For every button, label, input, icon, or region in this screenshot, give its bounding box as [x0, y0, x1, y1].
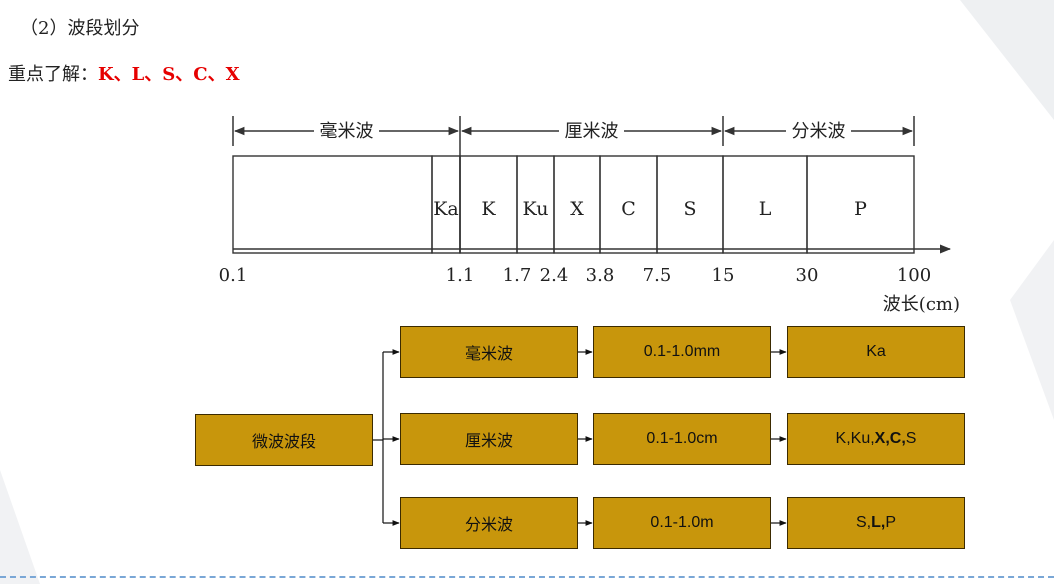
category-node: 分米波	[400, 497, 578, 549]
band-cell	[232, 155, 433, 254]
category-label: 厘米波	[464, 433, 513, 450]
bands-node: S,L,P	[787, 497, 965, 549]
category-label: 分米波	[464, 517, 513, 534]
range-node: 0.1-1.0cm	[593, 413, 771, 465]
band-text-bold: L,	[871, 514, 886, 531]
range-label: 0.1-1.0mm	[643, 343, 721, 360]
band-text-bold: X,C,	[874, 430, 906, 447]
tick-label: 2.4	[540, 265, 569, 286]
band-label: Ku	[522, 198, 548, 220]
range-label: 分米波	[792, 121, 846, 142]
category-node: 厘米波	[400, 413, 578, 465]
tick-label: 3.8	[586, 265, 615, 286]
bands-label: S,L,P	[856, 514, 896, 532]
range-label: 毫米波	[320, 121, 374, 142]
category-node: 毫米波	[400, 326, 578, 378]
band-label: S	[683, 198, 696, 220]
band-label: X	[570, 198, 584, 220]
tick-label: 1.1	[446, 265, 475, 286]
tick-label: 0.1	[219, 265, 248, 286]
band-text: P	[885, 514, 896, 531]
band-label: L	[759, 198, 772, 220]
band-text: S	[905, 430, 917, 447]
band-text: K,Ku,	[835, 430, 875, 447]
tick-label: 1.7	[503, 265, 532, 286]
band-label: C	[621, 198, 636, 220]
band-label: P	[854, 198, 867, 220]
key-point-line: 重点了解：K、L、S、C、X	[8, 60, 240, 86]
bands-label: K,Ku,X,C,S	[836, 430, 917, 448]
band-text: S,	[855, 514, 872, 531]
key-point-label: 重点了解：	[8, 64, 98, 85]
band-label: K	[481, 198, 496, 220]
section-title: （2）波段划分	[20, 18, 140, 39]
band-text: Ka	[866, 343, 886, 360]
wavelength-spectrum-diagram: 毫米波 厘米波 分米波 Ka K Ku X C S L P 0.1 1.1 1.7 2.4 3.8 7.5 15 3…	[219, 116, 960, 315]
category-label: 毫米波	[464, 346, 513, 363]
footer-dashed-rule	[0, 576, 1054, 578]
axis-label: 波长(cm)	[883, 294, 960, 315]
tick-label: 7.5	[643, 265, 672, 286]
bands-node: K,Ku,X,C,S	[787, 413, 965, 465]
range-node: 0.1-1.0mm	[593, 326, 771, 378]
band-label: Ka	[433, 198, 459, 220]
bands-label: Ka	[866, 343, 886, 361]
range-label: 厘米波	[565, 121, 619, 142]
bands-node: Ka	[787, 326, 965, 378]
tick-label: 30	[796, 265, 819, 286]
key-bands-list: K、L、S、C、X	[98, 64, 240, 85]
tick-label: 100	[897, 265, 931, 286]
range-node: 0.1-1.0m	[593, 497, 771, 549]
diagram-panel: 毫米波 厘米波 分米波 Ka K Ku X C S L P 0.1 1.1 1.7 2.4 3.8 7.5 15 3…	[165, 101, 1008, 571]
range-label: 0.1-1.0m	[650, 514, 714, 531]
root-node-label: 微波波段	[251, 434, 316, 451]
root-node-microwave-band: 微波波段	[195, 414, 373, 466]
range-label: 0.1-1.0cm	[646, 430, 718, 447]
tick-label: 15	[712, 265, 735, 286]
